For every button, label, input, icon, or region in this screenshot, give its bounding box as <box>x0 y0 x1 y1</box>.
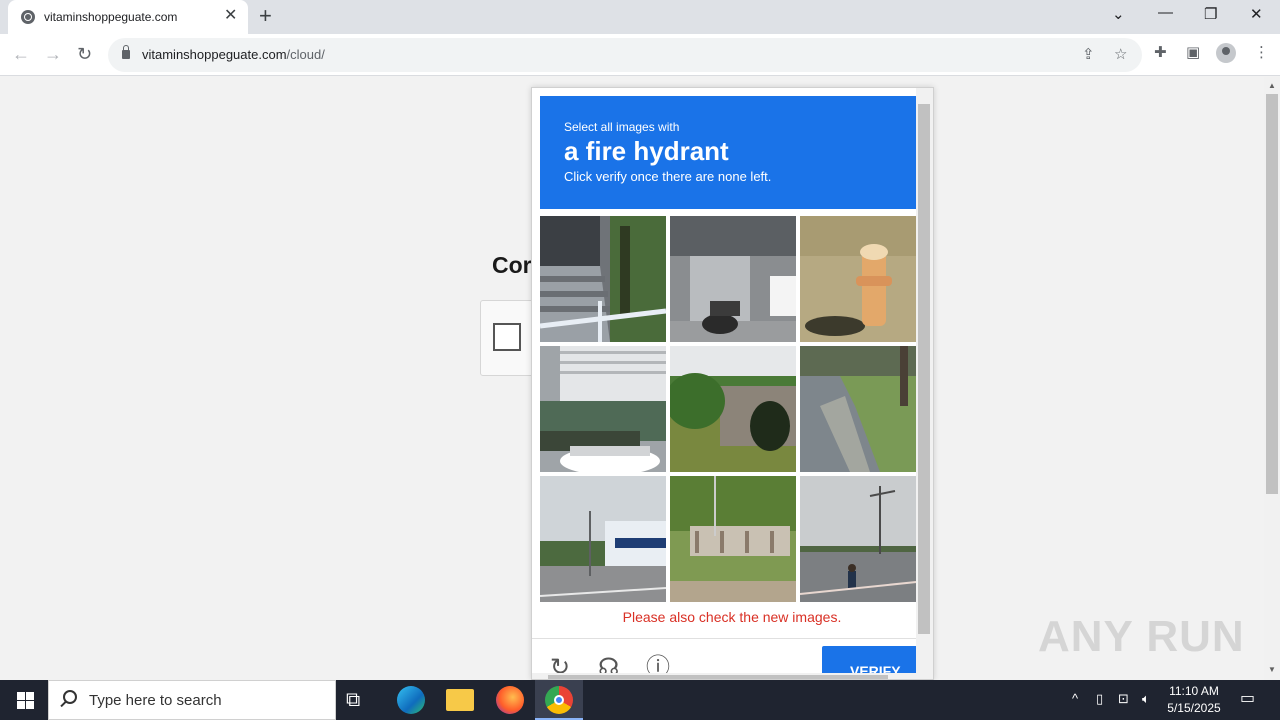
bookmark-star-icon[interactable]: ☆ <box>1114 47 1127 63</box>
chrome-icon-center <box>554 695 564 705</box>
browser-tab[interactable]: vitaminshoppeguate.com ✕ <box>8 0 248 34</box>
tab-close-icon[interactable]: ✕ <box>224 8 237 24</box>
tray-device-icon[interactable]: ▯ <box>1096 691 1103 707</box>
firefox-icon[interactable] <box>496 686 524 714</box>
lock-icon[interactable] <box>122 45 130 59</box>
windows-logo-part <box>26 701 34 709</box>
windows-logo-part <box>17 701 25 709</box>
image-tile[interactable] <box>540 476 666 602</box>
instruction-small: Select all images with <box>564 120 680 134</box>
image-grid <box>540 216 926 602</box>
captcha-challenge-popup: Select all images with a fire hydrant Cl… <box>531 87 934 680</box>
system-clock[interactable]: 11:10 AM 5/15/2025 <box>1164 683 1224 717</box>
side-panel-icon[interactable]: ▣ <box>1186 44 1200 62</box>
reload-icon[interactable]: ↻ <box>77 43 92 65</box>
image-tile[interactable] <box>670 216 796 342</box>
restore-icon[interactable]: ❐ <box>1204 6 1217 24</box>
scroll-up-icon[interactable]: ▲ <box>1268 81 1276 90</box>
scroll-down-icon[interactable]: ▼ <box>1268 665 1276 674</box>
extensions-icon[interactable]: ✚ <box>1154 44 1167 62</box>
windows-logo-icon <box>17 692 25 700</box>
chrome-taskbar-button[interactable] <box>535 680 583 720</box>
taskbar-search[interactable]: Type here to search <box>48 680 336 720</box>
image-tile[interactable] <box>670 476 796 602</box>
file-explorer-icon[interactable] <box>446 689 474 711</box>
error-message: Please also check the new images. <box>622 609 842 625</box>
image-tile[interactable] <box>540 346 666 472</box>
windows-taskbar: Type here to search ⧉ ^ ▯ ⊡ 🔈︎ 11:10 AM … <box>0 680 1280 720</box>
clock-time: 11:10 AM <box>1169 684 1219 698</box>
challenge-header: Select all images with a fire hydrant Cl… <box>540 96 916 209</box>
page-scroll-thumb[interactable] <box>1266 94 1278 494</box>
captcha-checkbox[interactable] <box>493 323 521 351</box>
edge-icon[interactable] <box>397 686 425 714</box>
tab-strip: vitaminshoppeguate.com ✕ + ⌄ — ❐ ✕ <box>0 0 1280 34</box>
popup-scroll-thumb[interactable] <box>918 104 930 634</box>
menu-kebab-icon[interactable]: ⋮ <box>1254 44 1269 62</box>
windows-logo-part <box>26 692 34 700</box>
anyrun-watermark: ANY RUN <box>1038 612 1245 661</box>
address-bar[interactable]: vitaminshoppeguate.com/cloud/ ⇪ ☆ <box>108 38 1142 72</box>
browser-toolbar: ← → ↻ vitaminshoppeguate.com/cloud/ ⇪ ☆ … <box>0 34 1280 76</box>
page-title: Cor <box>492 252 532 278</box>
search-placeholder: Type here to search <box>89 692 222 709</box>
share-icon[interactable]: ⇪ <box>1082 47 1095 63</box>
tab-search-icon[interactable]: ⌄ <box>1112 6 1125 24</box>
window-close-icon[interactable]: ✕ <box>1250 6 1263 24</box>
globe-icon <box>21 10 35 24</box>
back-icon[interactable]: ← <box>12 43 30 65</box>
image-tile[interactable] <box>670 346 796 472</box>
image-tile[interactable] <box>800 476 926 602</box>
popup-scrollbar[interactable] <box>916 88 933 679</box>
profile-avatar-icon[interactable] <box>1216 43 1236 63</box>
target-object: a fire hydrant <box>564 136 729 166</box>
new-tab-button[interactable]: + <box>259 5 272 27</box>
url-text[interactable]: vitaminshoppeguate.com/cloud/ <box>142 47 325 62</box>
instruction-hint: Click verify once there are none left. <box>564 169 772 184</box>
image-tile[interactable] <box>540 216 666 342</box>
search-icon <box>63 690 77 704</box>
tray-chevron-icon[interactable]: ^ <box>1072 691 1078 707</box>
task-view-icon[interactable]: ⧉ <box>346 686 374 714</box>
notifications-icon[interactable]: ▭ <box>1240 691 1255 707</box>
image-tile[interactable] <box>800 346 926 472</box>
tab-title: vitaminshoppeguate.com <box>44 10 178 24</box>
popup-horizontal-scrollbar[interactable] <box>532 673 916 679</box>
forward-icon[interactable]: → <box>44 43 62 65</box>
image-tile[interactable] <box>800 216 926 342</box>
clock-date: 5/15/2025 <box>1167 701 1221 715</box>
page-scrollbar[interactable]: ▲ ▼ <box>1264 77 1280 680</box>
volume-icon[interactable]: 🔈︎ <box>1142 691 1150 707</box>
minimize-icon[interactable]: — <box>1158 4 1173 22</box>
network-icon[interactable]: ⊡ <box>1118 691 1129 707</box>
start-button[interactable] <box>0 680 48 720</box>
